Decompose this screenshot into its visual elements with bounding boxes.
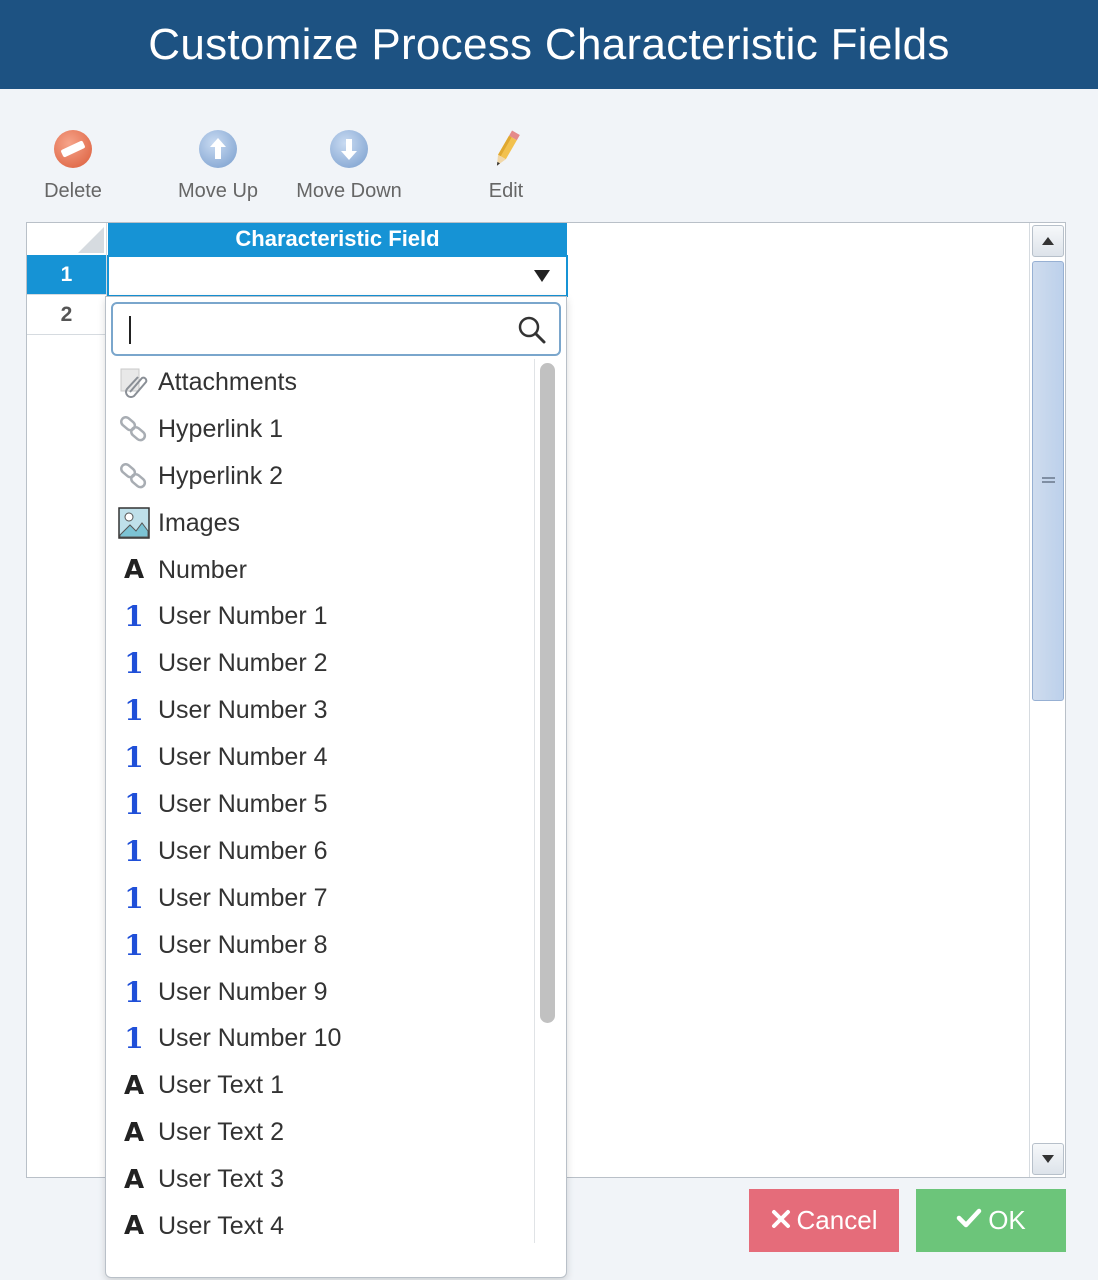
grid-corner[interactable] — [27, 223, 107, 255]
number-1-icon: 1 — [124, 1022, 144, 1056]
list-item[interactable]: 1 User Number 1 — [106, 593, 536, 640]
text-a-icon: A — [123, 1070, 145, 1101]
item-label: User Number 3 — [158, 696, 328, 725]
item-label: Images — [158, 508, 240, 537]
column-header-characteristic-field[interactable]: Characteristic Field — [108, 223, 567, 255]
cancel-label: Cancel — [796, 1205, 878, 1235]
delete-label: Delete — [44, 180, 102, 202]
number-1-icon: 1 — [124, 787, 144, 821]
dropdown-scrollbar[interactable] — [534, 359, 560, 1243]
link-icon — [118, 460, 150, 492]
list-item[interactable]: A User Text 3 — [106, 1156, 536, 1203]
number-1-icon: 1 — [124, 741, 144, 775]
list-item[interactable]: Images — [106, 500, 536, 547]
text-a-icon: A — [123, 555, 145, 585]
item-label: User Text 1 — [158, 1071, 284, 1100]
list-item[interactable]: 1 User Number 7 — [106, 875, 536, 922]
item-label: User Text 2 — [158, 1118, 284, 1147]
text-a-icon: A — [123, 1164, 145, 1195]
row-number-column — [27, 335, 107, 1177]
checkmark-icon — [956, 1205, 982, 1236]
row-number-1[interactable]: 1 — [27, 255, 107, 295]
list-item[interactable]: A User Text 2 — [106, 1109, 536, 1156]
link-icon — [118, 413, 150, 445]
move-down-button[interactable]: Move Down — [288, 128, 410, 203]
item-label: User Number 7 — [158, 883, 328, 912]
item-label: User Number 9 — [158, 977, 328, 1006]
item-label: User Text 4 — [158, 1211, 284, 1240]
text-a-icon: A — [123, 1211, 145, 1242]
list-item[interactable]: 1 User Number 9 — [106, 969, 536, 1016]
dropdown-search-input[interactable] — [111, 302, 561, 356]
dropdown-list: Attachments Hyperlink 1 Hyperlink 2 Imag… — [106, 359, 536, 1241]
text-a-icon: A — [123, 1117, 145, 1148]
grip-icon — [1042, 477, 1055, 483]
number-1-icon: 1 — [124, 600, 144, 634]
text-cursor — [129, 316, 131, 344]
move-up-label: Move Up — [177, 180, 259, 202]
scroll-up-button[interactable] — [1032, 225, 1064, 257]
close-icon — [771, 1205, 791, 1236]
item-label: Hyperlink 2 — [158, 461, 284, 490]
toolbar: Delete Move Up Move Down Edit — [0, 120, 600, 210]
scroll-thumb[interactable] — [1032, 261, 1064, 701]
item-label: User Number 8 — [158, 930, 328, 959]
search-icon[interactable] — [517, 315, 547, 345]
ok-label: OK — [988, 1205, 1026, 1235]
list-item[interactable]: Hyperlink 2 — [106, 453, 536, 500]
attachment-icon — [118, 366, 150, 399]
triangle-down-icon — [1042, 1155, 1054, 1163]
number-1-icon: 1 — [124, 881, 144, 915]
list-item[interactable]: 1 User Number 2 — [106, 640, 536, 687]
pencil-icon — [485, 128, 527, 170]
item-label: User Number 4 — [158, 743, 328, 772]
delete-icon — [52, 128, 94, 170]
title-bar: Customize Process Characteristic Fields — [0, 0, 1098, 89]
number-1-icon: 1 — [124, 975, 144, 1009]
list-item[interactable]: A User Text 1 — [106, 1062, 536, 1109]
list-item[interactable]: A Number — [106, 547, 536, 594]
list-item[interactable]: 1 User Number 5 — [106, 781, 536, 828]
list-item[interactable]: 1 User Number 8 — [106, 922, 536, 969]
list-item[interactable]: Hyperlink 1 — [106, 406, 536, 453]
chevron-down-icon[interactable] — [534, 270, 550, 282]
ok-button[interactable]: OK — [916, 1189, 1066, 1252]
item-label: Attachments — [158, 367, 297, 396]
list-item[interactable]: Attachments — [106, 359, 536, 406]
number-1-icon: 1 — [124, 694, 144, 728]
edit-button[interactable]: Edit — [480, 128, 532, 203]
scroll-down-button[interactable] — [1032, 1143, 1064, 1175]
number-1-icon: 1 — [124, 647, 144, 681]
number-1-icon: 1 — [124, 928, 144, 962]
item-label: User Number 5 — [158, 789, 328, 818]
list-item[interactable]: 1 User Number 6 — [106, 828, 536, 875]
list-item[interactable]: 1 User Number 3 — [106, 687, 536, 734]
number-1-icon: 1 — [124, 834, 144, 868]
grid-vertical-scrollbar[interactable] — [1029, 223, 1065, 1177]
arrow-down-icon — [328, 128, 370, 170]
move-down-label: Move Down — [296, 180, 402, 202]
edit-label: Edit — [488, 180, 524, 202]
dialog-title: Customize Process Characteristic Fields — [148, 19, 950, 69]
row-number-2[interactable]: 2 — [27, 295, 107, 335]
item-label: User Text 3 — [158, 1165, 284, 1194]
image-icon — [118, 507, 150, 539]
dropdown-scroll-thumb[interactable] — [540, 363, 555, 1023]
list-item[interactable]: A User Text 4 — [106, 1203, 536, 1250]
list-item[interactable]: 1 User Number 10 — [106, 1015, 536, 1062]
item-label: Number — [158, 555, 247, 584]
triangle-up-icon — [1042, 237, 1054, 245]
item-label: User Number 6 — [158, 836, 328, 865]
item-label: User Number 1 — [158, 602, 328, 631]
item-label: Hyperlink 1 — [158, 414, 284, 443]
item-label: User Number 10 — [158, 1024, 342, 1053]
characteristic-field-select[interactable] — [107, 255, 568, 297]
item-label: User Number 2 — [158, 649, 328, 678]
delete-button[interactable]: Delete — [36, 128, 110, 203]
field-dropdown: Attachments Hyperlink 1 Hyperlink 2 Imag… — [105, 296, 567, 1278]
move-up-button[interactable]: Move Up — [170, 128, 266, 203]
cancel-button[interactable]: Cancel — [749, 1189, 899, 1252]
arrow-up-icon — [197, 128, 239, 170]
list-item[interactable]: 1 User Number 4 — [106, 734, 536, 781]
